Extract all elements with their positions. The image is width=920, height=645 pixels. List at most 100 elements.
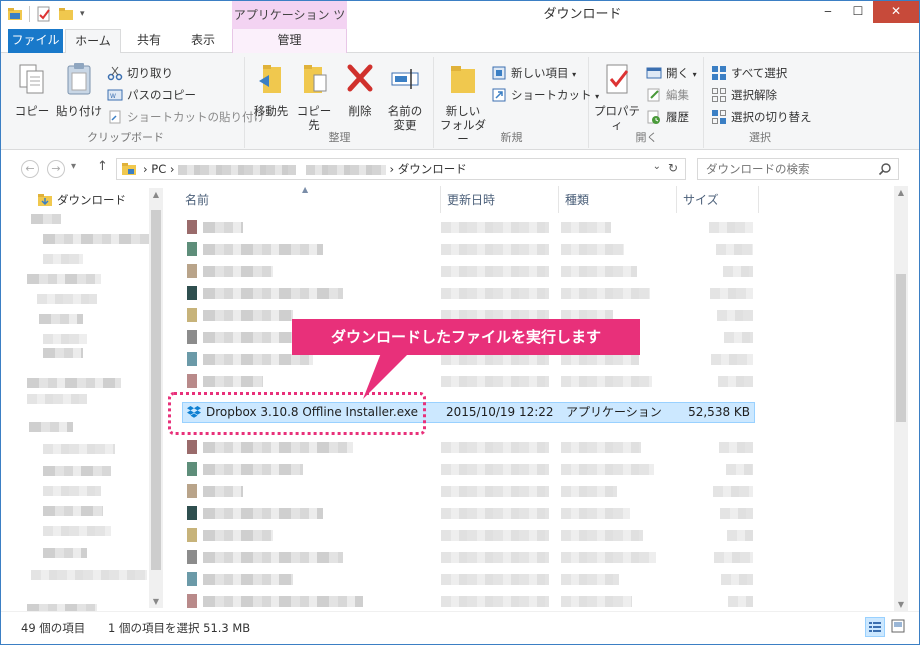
open-icon [646, 67, 662, 79]
table-row[interactable] [179, 217, 757, 239]
explorer-icon[interactable] [7, 6, 23, 22]
properties-button[interactable]: プロパティ [592, 61, 642, 132]
file-icon [187, 462, 197, 476]
address-dropdown-icon[interactable]: ⌄ [653, 161, 661, 172]
breadcrumb-current[interactable]: ダウンロード [398, 162, 467, 176]
table-row[interactable] [179, 525, 757, 547]
refresh-icon[interactable]: ↻ [665, 161, 681, 177]
nav-item-downloads[interactable]: ダウンロード [37, 190, 126, 210]
paste-shortcut-button[interactable]: ショートカットの貼り付け [107, 107, 265, 127]
back-button[interactable]: ← [21, 160, 39, 178]
edit-button[interactable]: 編集 [646, 85, 689, 105]
scroll-up-icon[interactable]: ▲ [149, 190, 163, 199]
column-header-size[interactable]: サイズ [677, 186, 759, 213]
nav-scroll-thumb[interactable] [151, 210, 161, 570]
copy-button[interactable]: コピー [13, 61, 51, 118]
table-row[interactable] [179, 503, 757, 525]
table-row[interactable] [179, 261, 757, 283]
nav-scrollbar[interactable]: ▲ ▼ [149, 188, 163, 608]
group-open: プロパティ 開く ▾ 編集 履歴 開く [590, 57, 704, 148]
properties-big-icon [606, 64, 629, 94]
copy-to-button[interactable]: コピー先 [292, 61, 336, 132]
new-item-button[interactable]: 新しい項目 ▾ [491, 63, 576, 83]
table-row[interactable] [179, 371, 757, 393]
file-name-blurred [203, 442, 353, 453]
column-header-type[interactable]: 種類 [559, 186, 677, 213]
select-all-button[interactable]: すべて選択 [711, 63, 787, 83]
tab-manage[interactable]: 管理 [232, 29, 347, 53]
address-bar[interactable]: › PC › › ダウンロード ⌄ ↻ [116, 158, 686, 180]
new-folder-icon[interactable] [58, 6, 74, 22]
recent-locations-icon[interactable]: ▾ [71, 161, 76, 172]
group-organize: 移動先 コピー先 削除 名前の 変更 整理 [246, 57, 434, 148]
open-dropdown-icon: ▾ [692, 70, 697, 79]
up-arrow-icon[interactable]: ↑ [97, 159, 108, 174]
file-size-blurred [709, 222, 753, 233]
quick-access-toolbar: ▾ [7, 6, 85, 22]
paste-button[interactable]: 貼り付け [55, 61, 103, 118]
search-input[interactable] [706, 161, 876, 177]
delete-button[interactable]: 削除 [342, 61, 378, 118]
invert-selection-button[interactable]: 選択の切り替え [711, 107, 812, 127]
file-name-blurred [203, 354, 313, 365]
open-button[interactable]: 開く ▾ [646, 63, 697, 83]
easy-access-button[interactable]: ショートカット ▾ [491, 85, 599, 105]
table-row[interactable] [179, 437, 757, 459]
properties-icon[interactable] [36, 6, 52, 22]
column-header-name[interactable]: 名前 [179, 186, 441, 213]
table-row[interactable] [179, 459, 757, 481]
move-to-label: 移動先 [253, 104, 289, 118]
copy-path-button[interactable]: W パスのコピー [107, 85, 196, 105]
delete-x-icon [347, 64, 373, 92]
column-header-modified[interactable]: 更新日時 [441, 186, 559, 213]
rename-button[interactable]: 名前の 変更 [382, 61, 428, 132]
forward-button[interactable]: → [47, 160, 65, 178]
scroll-down-icon[interactable]: ▼ [149, 597, 163, 606]
file-size-blurred [721, 574, 753, 585]
select-all-icon [712, 66, 726, 80]
scroll-down-icon[interactable]: ▼ [894, 600, 908, 609]
large-icons-view-icon [891, 619, 905, 633]
breadcrumb-pc[interactable]: PC [151, 162, 166, 176]
file-icon [187, 528, 197, 542]
file-size-blurred [724, 332, 753, 343]
table-row[interactable] [179, 283, 757, 305]
large-icons-view-button[interactable] [889, 617, 909, 637]
tab-home[interactable]: ホーム [65, 29, 121, 54]
search-icon[interactable] [878, 162, 892, 176]
file-type-blurred [561, 354, 639, 365]
close-button[interactable]: ✕ [873, 1, 919, 23]
search-box[interactable] [697, 158, 899, 180]
file-icon [187, 572, 197, 586]
scroll-up-icon[interactable]: ▲ [894, 188, 908, 197]
new-group-label: 新規 [500, 131, 523, 144]
table-row[interactable] [179, 481, 757, 503]
select-none-button[interactable]: 選択解除 [711, 85, 777, 105]
open-label: 開く [666, 66, 689, 80]
move-to-button[interactable]: 移動先 [250, 61, 292, 118]
cut-button[interactable]: 切り取り [107, 63, 173, 83]
file-size-blurred [717, 310, 753, 321]
minimize-button[interactable]: ‒ [813, 1, 843, 23]
history-button[interactable]: 履歴 [646, 107, 689, 127]
rename-label-1: 名前の [387, 104, 423, 118]
table-row[interactable] [179, 547, 757, 569]
qat-dropdown-icon[interactable]: ▾ [80, 9, 85, 19]
table-row[interactable] [179, 239, 757, 261]
file-modified-blurred [441, 552, 549, 563]
table-row[interactable] [179, 569, 757, 591]
file-list-scroll-thumb[interactable] [896, 274, 906, 422]
maximize-button[interactable]: ☐ [843, 1, 873, 23]
file-icon [187, 330, 197, 344]
file-list-scrollbar[interactable]: ▲ ▼ [894, 186, 908, 611]
table-row[interactable] [179, 591, 757, 613]
scissors-icon [107, 66, 123, 81]
tab-share[interactable]: 共有 [123, 29, 175, 53]
tab-view[interactable]: 表示 [177, 29, 229, 53]
tab-file[interactable]: ファイル [8, 29, 63, 53]
details-view-button[interactable] [865, 617, 885, 637]
downloads-folder-icon [38, 194, 52, 206]
ribbon-tabs: ファイル ホーム 共有 表示 管理 ⌄ ? [1, 29, 919, 76]
paste-shortcut-icon [109, 110, 121, 124]
breadcrumb-blurred [178, 164, 297, 175]
